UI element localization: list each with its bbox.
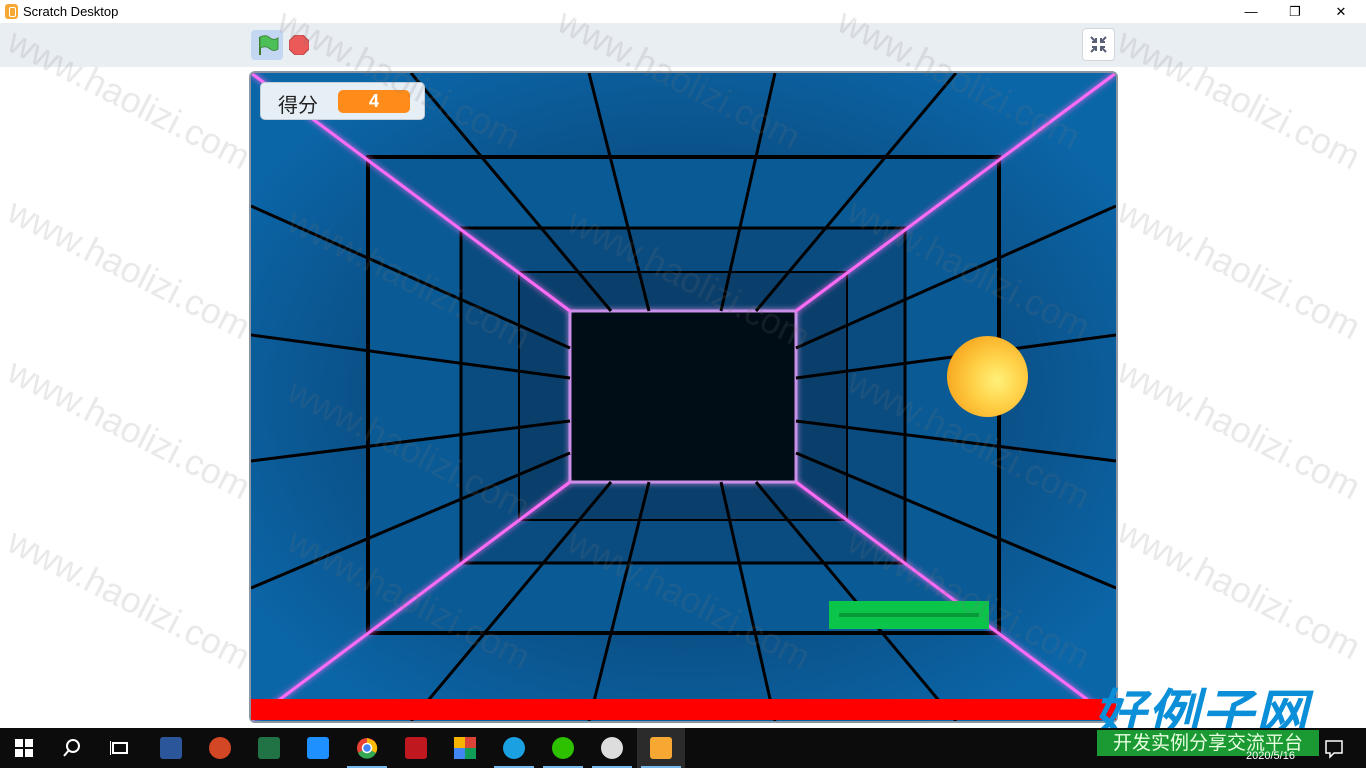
paddle-sprite[interactable] xyxy=(829,601,989,629)
exit-fullscreen-button[interactable] xyxy=(1082,28,1115,61)
exit-fullscreen-icon xyxy=(1090,36,1107,53)
watermark-text: www.haolizi.com xyxy=(1,190,258,348)
edge-ie-icon xyxy=(503,737,525,759)
title-bar: Scratch Desktop — ❐ ✕ xyxy=(0,0,1366,23)
watermark-text: www.haolizi.com xyxy=(1111,350,1366,508)
green-flag-button[interactable] xyxy=(251,30,283,60)
floor-bar-sprite xyxy=(251,699,1116,720)
window-title: Scratch Desktop xyxy=(23,4,119,19)
red-app-icon xyxy=(405,737,427,759)
taskbar-powerpoint[interactable] xyxy=(196,728,244,768)
wechat-icon xyxy=(552,737,574,759)
start-button[interactable] xyxy=(0,728,48,768)
watermark-text: www.haolizi.com xyxy=(1,520,258,678)
star-app-icon xyxy=(307,737,329,759)
restore-button[interactable]: ❐ xyxy=(1272,0,1318,23)
notification-icon xyxy=(1325,740,1343,759)
taskbar-search-button[interactable] xyxy=(48,728,96,768)
taskbar-red-app[interactable] xyxy=(392,728,440,768)
score-label: 得分 xyxy=(278,93,318,117)
task-view-button[interactable] xyxy=(96,728,144,768)
ball-sprite[interactable] xyxy=(947,336,1028,417)
powerpoint-icon xyxy=(209,737,231,759)
action-center-button[interactable] xyxy=(1320,734,1348,762)
stop-icon xyxy=(288,34,310,56)
taskbar-wechat[interactable] xyxy=(539,728,587,768)
taskbar-colorful-app[interactable] xyxy=(441,728,489,768)
taskbar-star-app[interactable] xyxy=(294,728,342,768)
scratch-icon xyxy=(650,737,672,759)
taskbar-excel[interactable] xyxy=(245,728,293,768)
haolizi-brand-logo: 好例子网 xyxy=(1093,685,1310,745)
game-app-icon xyxy=(601,737,623,759)
green-flag-icon xyxy=(259,35,279,55)
task-view-icon xyxy=(110,741,128,755)
stage-toolbar xyxy=(0,23,1366,67)
score-value: 4 xyxy=(338,90,410,113)
stop-button[interactable] xyxy=(288,34,310,56)
minimize-button[interactable]: — xyxy=(1228,0,1274,23)
watermark-text: www.haolizi.com xyxy=(1111,510,1366,668)
scratch-app-icon xyxy=(5,4,18,19)
taskbar-game-app[interactable] xyxy=(588,728,636,768)
taskbar-word[interactable] xyxy=(147,728,195,768)
score-monitor: 得分 4 xyxy=(260,82,425,120)
word-icon xyxy=(160,737,182,759)
chrome-icon xyxy=(357,738,378,759)
taskbar-edge[interactable] xyxy=(490,728,538,768)
search-icon xyxy=(63,739,80,757)
close-button[interactable]: ✕ xyxy=(1318,0,1364,23)
taskbar-scratch[interactable] xyxy=(637,728,685,768)
watermark-text: www.haolizi.com xyxy=(1,350,258,508)
taskbar-date: 2020/5/16 xyxy=(1246,750,1295,762)
start-icon xyxy=(15,739,33,757)
taskbar-chrome[interactable] xyxy=(343,728,391,768)
watermark-text: www.haolizi.com xyxy=(1111,190,1366,348)
excel-icon xyxy=(258,737,280,759)
colorful-app-icon xyxy=(454,737,476,759)
